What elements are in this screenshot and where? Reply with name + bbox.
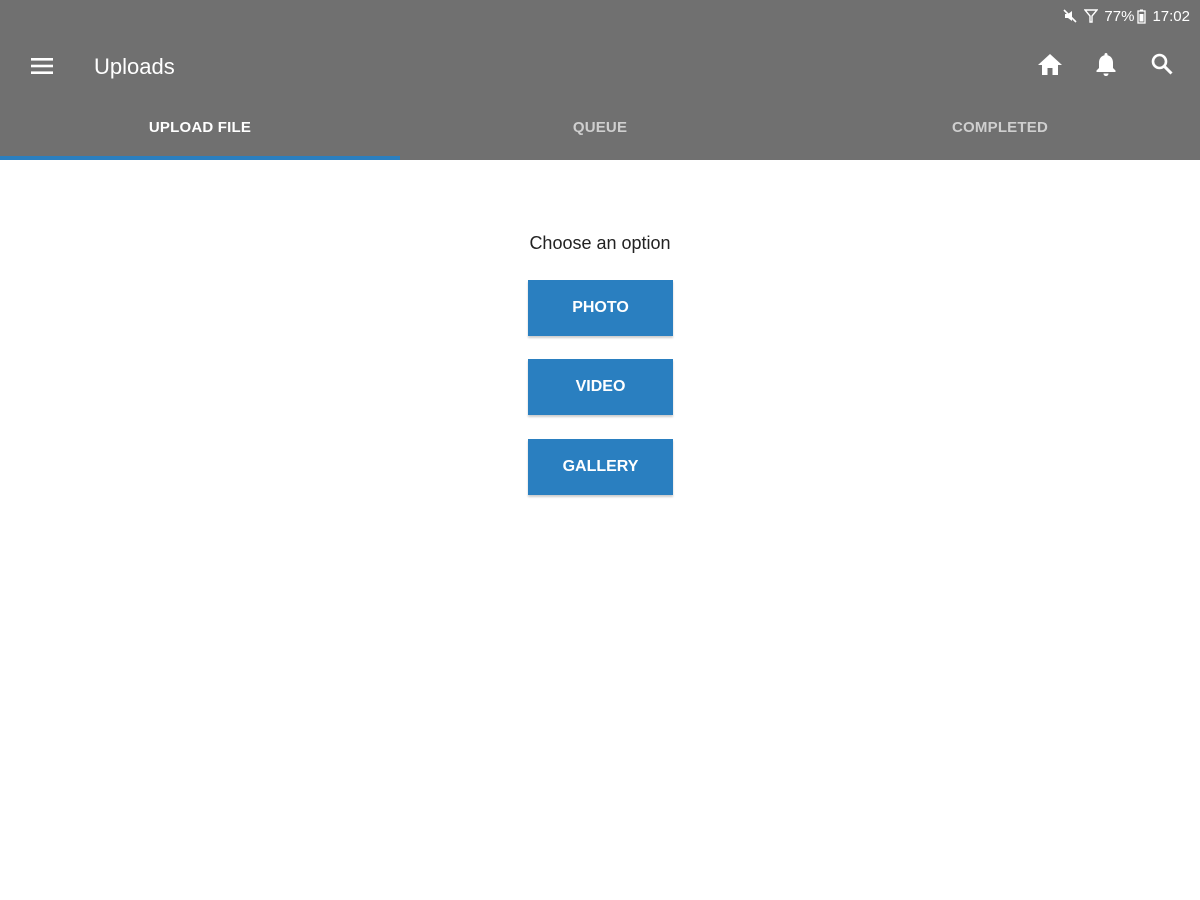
tab-queue[interactable]: QUEUE <box>400 100 800 160</box>
page-title: Uploads <box>94 54 175 79</box>
bell-icon <box>1095 51 1117 82</box>
tab-label: QUEUE <box>572 118 628 136</box>
notifications-button[interactable] <box>1088 48 1124 84</box>
battery-icon <box>1137 9 1147 24</box>
tab-bar: UPLOAD FILE QUEUE COMPLETED <box>0 100 1200 160</box>
status-bar: 77% 17:02 <box>0 0 1200 32</box>
choose-option-prompt: Choose an option <box>529 233 671 253</box>
status-indicators: 77% 17:02 <box>1062 7 1190 25</box>
tab-label: UPLOAD FILE <box>148 118 252 136</box>
video-button[interactable]: VIDEO <box>528 359 673 415</box>
battery-status: 77% <box>1104 7 1147 25</box>
home-icon <box>1037 52 1063 81</box>
search-icon <box>1150 52 1174 81</box>
signal-icon <box>1084 8 1099 24</box>
search-button[interactable] <box>1144 48 1180 84</box>
battery-percent: 77% <box>1104 7 1135 25</box>
home-button[interactable] <box>1032 48 1068 84</box>
upload-content: Choose an option PHOTO VIDEO GALLERY <box>0 160 1200 900</box>
menu-icon <box>30 56 54 81</box>
tab-upload-file[interactable]: UPLOAD FILE <box>0 100 400 160</box>
app-bar: Uploads <box>0 32 1200 100</box>
tab-completed[interactable]: COMPLETED <box>800 100 1200 160</box>
mute-icon <box>1062 8 1078 24</box>
menu-button[interactable] <box>22 48 62 88</box>
gallery-button[interactable]: GALLERY <box>528 439 673 495</box>
status-time: 17:02 <box>1152 7 1190 25</box>
photo-button[interactable]: PHOTO <box>528 280 673 336</box>
tab-label: COMPLETED <box>952 118 1048 136</box>
